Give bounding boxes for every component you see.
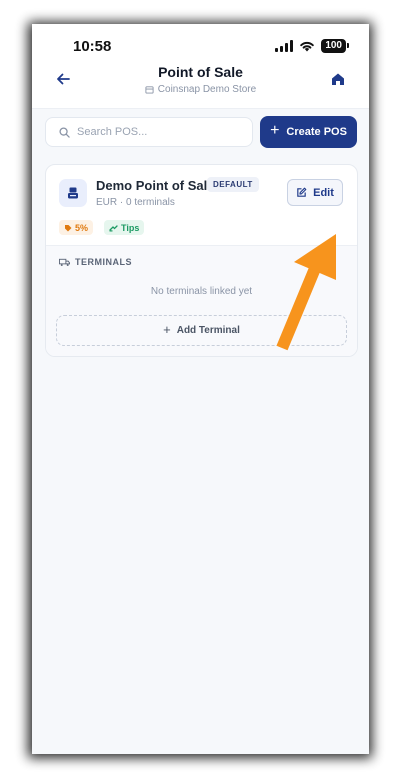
pos-name: Demo Point of Sale: [96, 178, 215, 193]
tips-tag: Tips: [104, 220, 145, 235]
wifi-icon: [300, 41, 315, 52]
add-terminal-label: Add Terminal: [176, 325, 240, 336]
create-pos-label: Create POS: [286, 126, 347, 138]
edit-button[interactable]: Edit: [287, 179, 343, 206]
percent-tag: 5%: [59, 220, 94, 235]
truck-icon: [59, 258, 70, 266]
plus-icon: +: [270, 122, 280, 139]
terminals-section: TERMINALS No terminals linked yet + Add …: [46, 245, 357, 356]
store-subtitle: Coinsnap Demo Store: [32, 84, 369, 95]
terminals-heading-label: TERMINALS: [75, 257, 132, 267]
app-header: 10:58 100 Point of Sale Coinsnap Demo St…: [32, 24, 369, 109]
page-title: Point of Sale: [158, 64, 243, 80]
store-icon: [145, 86, 154, 94]
tips-tag-label: Tips: [121, 222, 140, 233]
pos-terminal-icon: [59, 179, 87, 207]
default-badge: DEFAULT: [207, 177, 259, 192]
status-icons: 100: [275, 39, 349, 53]
edit-label: Edit: [313, 186, 334, 199]
search-input[interactable]: [77, 126, 237, 138]
terminals-heading: TERMINALS: [59, 257, 132, 267]
store-name: Coinsnap Demo Store: [157, 84, 257, 95]
create-pos-button[interactable]: + Create POS: [260, 116, 357, 148]
tag-icon: [65, 224, 72, 231]
no-terminals-text: No terminals linked yet: [150, 286, 253, 297]
search-icon: [59, 126, 70, 138]
tips-icon: [109, 224, 118, 231]
pos-card: Demo Point of Sale DEFAULT EUR · 0 termi…: [45, 164, 358, 357]
search-field[interactable]: [45, 117, 253, 147]
status-time: 10:58: [73, 38, 112, 55]
edit-icon: [297, 187, 307, 197]
plus-icon: +: [163, 322, 171, 337]
home-icon[interactable]: [329, 70, 347, 88]
phone-screen: 10:58 100 Point of Sale Coinsnap Demo St…: [32, 24, 369, 754]
percent-tag-label: 5%: [75, 222, 89, 233]
add-terminal-button[interactable]: + Add Terminal: [56, 315, 347, 346]
signal-icon: [275, 40, 294, 52]
battery-icon: 100: [321, 39, 349, 53]
pos-meta: EUR · 0 terminals: [96, 197, 175, 208]
status-bar: 10:58 100: [32, 36, 369, 58]
